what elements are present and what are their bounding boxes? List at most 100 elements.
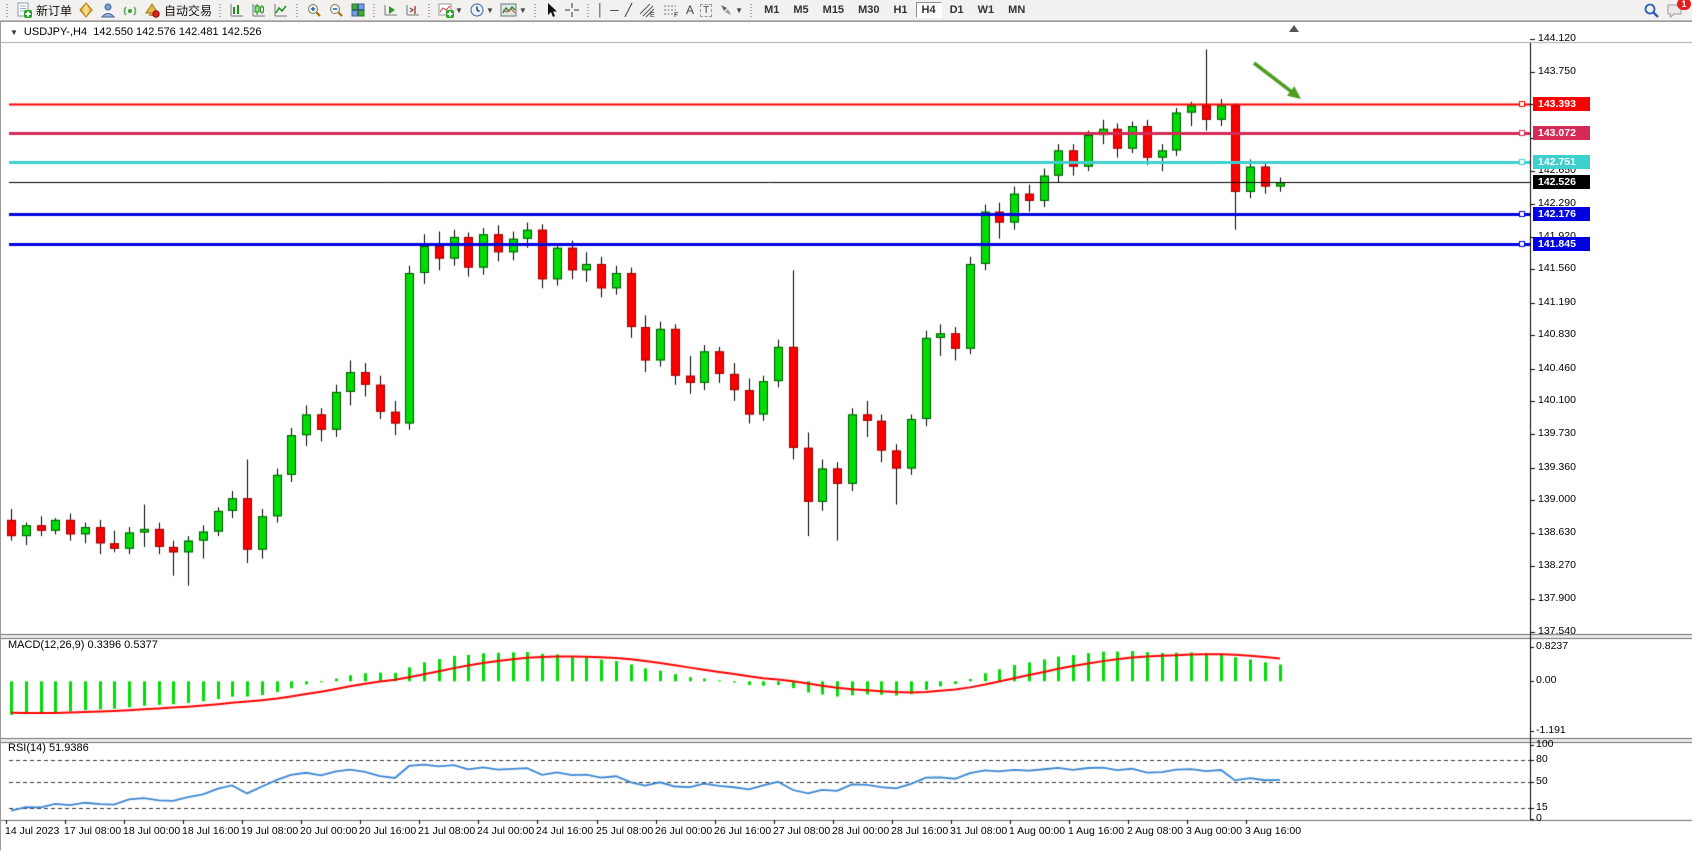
chevron-down-icon: ▼ — [519, 6, 527, 15]
price-axis-label: 144.120 — [1538, 32, 1576, 44]
rsi-axis-label: 80 — [1536, 753, 1548, 765]
rsi-axis-label: 50 — [1536, 775, 1548, 787]
toolbar-grip[interactable] — [427, 3, 432, 18]
timeframe-button-M30[interactable]: M30 — [852, 2, 885, 18]
price-line-label: 142.176 — [1533, 207, 1590, 221]
price-axis-label: 143.750 — [1538, 65, 1576, 77]
shapes-tool[interactable]: ▼ — [715, 1, 746, 20]
candlestick-button[interactable] — [248, 1, 270, 20]
zoom-out-button[interactable] — [325, 1, 347, 20]
price-line-label: 143.393 — [1533, 97, 1590, 111]
fibonacci-icon: F — [662, 2, 680, 18]
notification-badge: 1 — [1677, 0, 1691, 10]
price-axis-label: 139.360 — [1538, 461, 1576, 473]
cursor-button[interactable] — [541, 1, 561, 20]
search-icon[interactable] — [1643, 2, 1660, 19]
gold-gem-icon — [78, 2, 94, 18]
toolbar-grip[interactable] — [5, 3, 10, 18]
toolbar-grip[interactable] — [218, 3, 223, 18]
text-label-tool[interactable]: T — [697, 1, 715, 20]
crosshair-button[interactable] — [561, 1, 583, 20]
toolbar-grip[interactable] — [372, 3, 377, 18]
price-axis-label: 140.830 — [1538, 328, 1576, 340]
zoom-in-button[interactable] — [303, 1, 325, 20]
price-axis-label: 139.730 — [1538, 427, 1576, 439]
timeframe-toolbar: M1M5M15M30H1H4D1W1MN — [757, 2, 1032, 18]
cursor-arrow-icon — [544, 2, 558, 18]
vertical-line-tool[interactable]: │ — [594, 1, 608, 20]
autotrading-label: 自动交易 — [164, 2, 212, 19]
candlestick-icon — [251, 2, 267, 18]
bar-chart-button[interactable] — [226, 1, 248, 20]
timeframe-button-H4[interactable]: H4 — [916, 2, 942, 18]
notifications-button[interactable]: 1 — [1666, 2, 1684, 19]
new-order-button[interactable]: 新订单 — [13, 1, 75, 20]
line-chart-icon — [273, 2, 289, 18]
signal-button[interactable] — [119, 1, 141, 20]
channel-tool[interactable]: E — [635, 1, 659, 20]
line-chart-button[interactable] — [270, 1, 292, 20]
time-axis-label: 3 Aug 00:00 — [1186, 825, 1242, 837]
timeframe-button-M15[interactable]: M15 — [817, 2, 850, 18]
time-axis-label: 31 Jul 08:00 — [950, 825, 1007, 837]
indicators-button[interactable]: ▼ — [435, 1, 466, 20]
person-icon — [100, 2, 116, 18]
horizontal-line-icon: ─ — [610, 3, 619, 17]
main-toolbar: 新订单 自动交易 — [0, 0, 1692, 21]
timeframe-button-MN[interactable]: MN — [1002, 2, 1031, 18]
chart-symbol-period: USDJPY-,H4 — [24, 26, 87, 38]
time-axis-label: 1 Aug 00:00 — [1009, 825, 1065, 837]
autoscroll-button[interactable] — [380, 1, 402, 20]
text-label-icon: T — [700, 4, 712, 17]
zoom-in-icon — [306, 2, 322, 18]
autoscroll-icon — [383, 2, 399, 18]
zoom-out-icon — [328, 2, 344, 18]
price-line-label: 143.072 — [1533, 126, 1590, 140]
trendline-tool[interactable]: ╱ — [622, 1, 635, 20]
time-axis-label: 18 Jul 00:00 — [123, 825, 180, 837]
bar-chart-icon — [229, 2, 245, 18]
price-axis-label: 138.630 — [1538, 526, 1576, 538]
tile-windows-button[interactable] — [347, 1, 369, 20]
fibonacci-tool[interactable]: F — [659, 1, 683, 20]
price-axis-label: 140.100 — [1538, 394, 1576, 406]
price-axis-label: 139.000 — [1538, 493, 1576, 505]
rsi-axis-label: 100 — [1536, 738, 1554, 750]
toolbar-grip[interactable] — [749, 3, 754, 18]
time-axis-label: 24 Jul 00:00 — [477, 825, 534, 837]
timeframe-button-H1[interactable]: H1 — [887, 2, 913, 18]
templates-button[interactable]: ▼ — [497, 1, 530, 20]
autotrading-icon — [144, 2, 161, 18]
window-collapse-icon[interactable]: ▼ — [10, 28, 18, 37]
style-button[interactable] — [75, 1, 97, 20]
indicators-icon — [438, 2, 454, 18]
autotrading-button[interactable]: 自动交易 — [141, 1, 215, 20]
timeframe-button-D1[interactable]: D1 — [944, 2, 970, 18]
toolbar-grip[interactable] — [533, 3, 538, 18]
horizontal-line-tool[interactable]: ─ — [607, 1, 622, 20]
chart-canvas[interactable] — [1, 22, 1692, 851]
chart-shift-button[interactable] — [402, 1, 424, 20]
time-axis-label: 26 Jul 16:00 — [714, 825, 771, 837]
trendline-icon: ╱ — [625, 3, 632, 17]
time-axis-label: 1 Aug 16:00 — [1068, 825, 1124, 837]
timeframe-button-M5[interactable]: M5 — [787, 2, 814, 18]
toolbar-grip[interactable] — [586, 3, 591, 18]
time-axis-label: 14 Jul 2023 — [5, 825, 59, 837]
price-axis-label: 138.270 — [1538, 559, 1576, 571]
time-axis-label: 24 Jul 16:00 — [536, 825, 593, 837]
periods-button[interactable]: ▼ — [466, 1, 497, 20]
mt4-application: { "window": { "collapse_arrow": "▼", "sy… — [0, 0, 1692, 850]
text-tool[interactable]: A — [683, 1, 697, 20]
toolbar-grip[interactable] — [295, 3, 300, 18]
time-axis-label: 21 Jul 08:00 — [418, 825, 475, 837]
rsi-axis-label: 0 — [1536, 812, 1542, 824]
timeframe-button-W1[interactable]: W1 — [972, 2, 1001, 18]
timeframe-button-M1[interactable]: M1 — [758, 2, 785, 18]
assistant-button[interactable] — [97, 1, 119, 20]
price-line-label: 141.845 — [1533, 237, 1590, 251]
time-axis-label: 18 Jul 16:00 — [182, 825, 239, 837]
shapes-arrows-icon — [718, 2, 734, 18]
chart-shift-marker[interactable] — [1289, 25, 1299, 32]
crosshair-icon — [564, 2, 580, 18]
